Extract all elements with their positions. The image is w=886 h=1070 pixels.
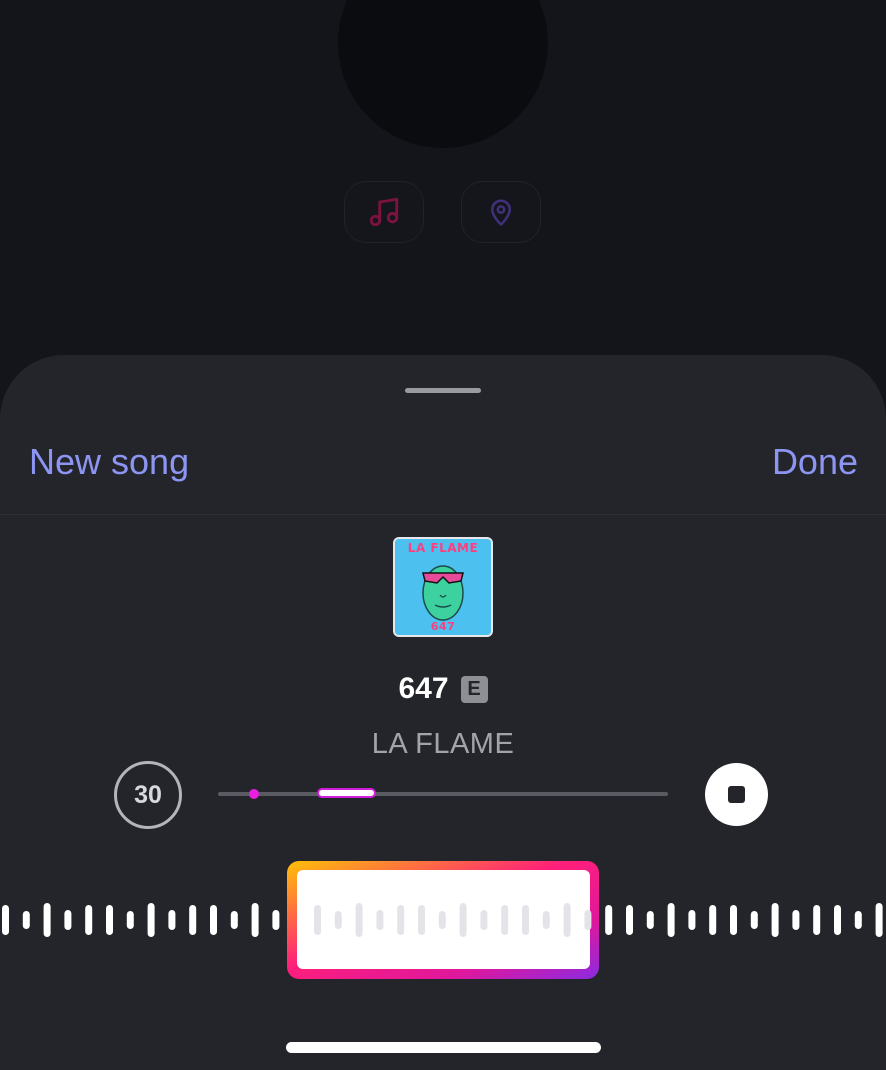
waveform-bar xyxy=(646,911,654,929)
waveform-bar xyxy=(314,905,321,935)
waveform-bar xyxy=(64,910,72,930)
waveform-bar xyxy=(230,911,238,929)
waveform-bar xyxy=(397,905,405,935)
waveform-bar xyxy=(376,910,384,930)
selected-clip-segment[interactable] xyxy=(317,788,376,798)
artist-name: LA FLAME xyxy=(371,728,515,760)
waveform-bar xyxy=(355,903,363,937)
music-note-icon xyxy=(369,197,399,227)
waveform-scrubber[interactable] xyxy=(0,860,886,980)
music-chip xyxy=(344,181,424,243)
waveform-bar xyxy=(522,905,529,935)
home-indicator[interactable] xyxy=(286,1042,601,1053)
waveform-bar xyxy=(210,905,217,935)
waveform-bar xyxy=(584,910,592,930)
sheet-grabber[interactable] xyxy=(405,388,481,393)
waveform-bar xyxy=(85,905,93,935)
duration-label: 30 xyxy=(134,780,162,809)
waveform-bar xyxy=(750,911,758,929)
waveform-bar xyxy=(542,911,550,929)
waveform-bar xyxy=(792,910,800,930)
song-progress-track[interactable] xyxy=(218,792,668,796)
stop-icon xyxy=(728,786,745,803)
done-button[interactable]: Done xyxy=(772,440,858,484)
waveform-bar xyxy=(875,903,883,937)
waveform-bar xyxy=(168,910,176,930)
explicit-badge: E xyxy=(460,675,488,703)
album-art-title: LA FLAME xyxy=(407,541,479,555)
song-title-row: 647 E xyxy=(0,670,886,708)
waveform-bar xyxy=(480,910,488,930)
waveform-bar xyxy=(501,905,509,935)
waveform-bar xyxy=(813,905,821,935)
waveform-bar xyxy=(626,905,633,935)
waveform-bar xyxy=(688,910,696,930)
waveform-bar xyxy=(418,905,425,935)
waveform-bar xyxy=(730,905,737,935)
waveform-bar xyxy=(459,903,467,937)
waveform-bar xyxy=(667,903,675,937)
waveform-bar xyxy=(126,911,134,929)
location-pin-icon xyxy=(491,199,511,226)
waveform-bar xyxy=(709,905,717,935)
waveform-bar xyxy=(605,905,613,935)
waveform-bar xyxy=(147,903,155,937)
waveform-bar xyxy=(854,911,862,929)
song-title: 647 xyxy=(398,672,449,705)
duration-button[interactable]: 30 xyxy=(114,761,182,829)
waveform-bar xyxy=(563,903,571,937)
waveform-bar xyxy=(106,905,113,935)
waveform-bar xyxy=(22,911,30,929)
waveform-bar xyxy=(771,903,779,937)
waveform-bar xyxy=(272,910,280,930)
waveform-bar xyxy=(834,905,841,935)
waveform-bar xyxy=(334,911,342,929)
waveform-bar xyxy=(189,905,197,935)
progress-marker xyxy=(249,789,259,799)
waveform-bar xyxy=(251,903,259,937)
album-art-number: 647 xyxy=(430,620,456,633)
album-art: LA FLAME 647 xyxy=(393,537,493,637)
stop-button[interactable] xyxy=(705,763,768,826)
waveform-bar xyxy=(438,911,446,929)
new-song-button[interactable]: New song xyxy=(29,440,189,484)
location-chip xyxy=(461,181,541,243)
header-divider xyxy=(0,514,886,515)
waveform-bar xyxy=(2,905,9,935)
waveform-bar xyxy=(43,903,51,937)
